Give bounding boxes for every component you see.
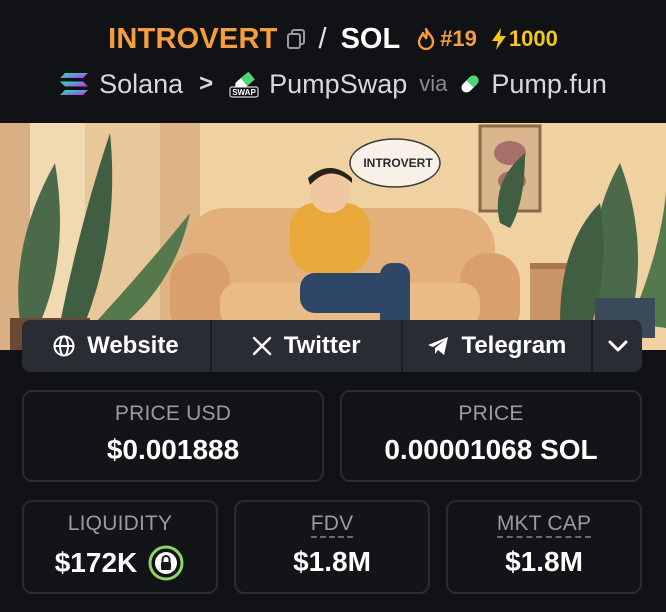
x-logo-icon bbox=[252, 336, 272, 356]
liquidity-card: LIQUIDITY $172K bbox=[22, 500, 218, 594]
launchpad-name[interactable]: Pump.fun bbox=[491, 69, 607, 100]
market-cap-card: MKT CAP $1.8M bbox=[446, 500, 642, 594]
chevron-down-icon bbox=[608, 332, 628, 360]
liquidity-value: $172K bbox=[54, 547, 138, 578]
website-label: Website bbox=[87, 332, 179, 359]
twitter-button[interactable]: Twitter bbox=[212, 320, 403, 372]
flame-icon bbox=[416, 28, 436, 50]
pair-separator: / bbox=[318, 22, 327, 55]
pair-header: INTROVERT / SOL #19 1000 Solana > SWAP P… bbox=[0, 0, 666, 123]
liquidity-value-row: $172K bbox=[55, 544, 186, 582]
svg-text:SWAP: SWAP bbox=[232, 88, 256, 97]
market-cap-value: $1.8M bbox=[505, 546, 583, 577]
social-links-bar: Website Twitter Telegram bbox=[22, 320, 642, 372]
token-banner-image: INTROVERT bbox=[0, 123, 666, 350]
lock-icon[interactable] bbox=[147, 544, 185, 582]
chevron-right-icon: > bbox=[199, 70, 214, 97]
telegram-button[interactable]: Telegram bbox=[403, 320, 594, 372]
price-usd-label: PRICE USD bbox=[114, 402, 232, 425]
price-native-card: PRICE 0.00001068 SOL bbox=[340, 390, 642, 482]
price-native-value: 0.00001068 SOL bbox=[384, 434, 598, 465]
pumpfun-icon bbox=[459, 73, 481, 95]
via-label: via bbox=[419, 71, 448, 96]
twitter-label: Twitter bbox=[283, 332, 361, 359]
copy-icon[interactable] bbox=[285, 28, 307, 50]
dex-name[interactable]: PumpSwap bbox=[269, 69, 407, 100]
pair-title: INTROVERT / SOL #19 1000 bbox=[0, 20, 666, 58]
price-native-label: PRICE bbox=[458, 402, 524, 425]
fdv-card: FDV $1.8M bbox=[234, 500, 430, 594]
website-button[interactable]: Website bbox=[22, 320, 212, 372]
banner-speech-text: INTROVERT bbox=[363, 156, 433, 170]
telegram-label: Telegram bbox=[461, 332, 567, 359]
chain-name[interactable]: Solana bbox=[99, 69, 183, 100]
more-links-button[interactable] bbox=[593, 320, 642, 372]
globe-icon bbox=[53, 335, 75, 357]
boost-count[interactable]: 1000 bbox=[509, 26, 558, 52]
telegram-icon bbox=[427, 336, 449, 356]
price-usd-card: PRICE USD $0.001888 bbox=[22, 390, 324, 482]
market-cap-label[interactable]: MKT CAP bbox=[496, 512, 592, 538]
liquidity-label: LIQUIDITY bbox=[67, 512, 173, 535]
quote-token-symbol: SOL bbox=[340, 22, 401, 55]
lightning-icon bbox=[491, 28, 507, 50]
trending-rank[interactable]: #19 bbox=[440, 26, 477, 52]
base-token-symbol[interactable]: INTROVERT bbox=[108, 23, 277, 56]
pumpswap-icon: SWAP bbox=[229, 70, 259, 98]
price-usd-value: $0.001888 bbox=[106, 434, 240, 465]
solana-icon bbox=[59, 72, 89, 96]
breadcrumb: Solana > SWAP PumpSwap via Pump.fun bbox=[0, 64, 666, 104]
fdv-label[interactable]: FDV bbox=[310, 512, 354, 538]
fdv-value: $1.8M bbox=[293, 546, 371, 577]
